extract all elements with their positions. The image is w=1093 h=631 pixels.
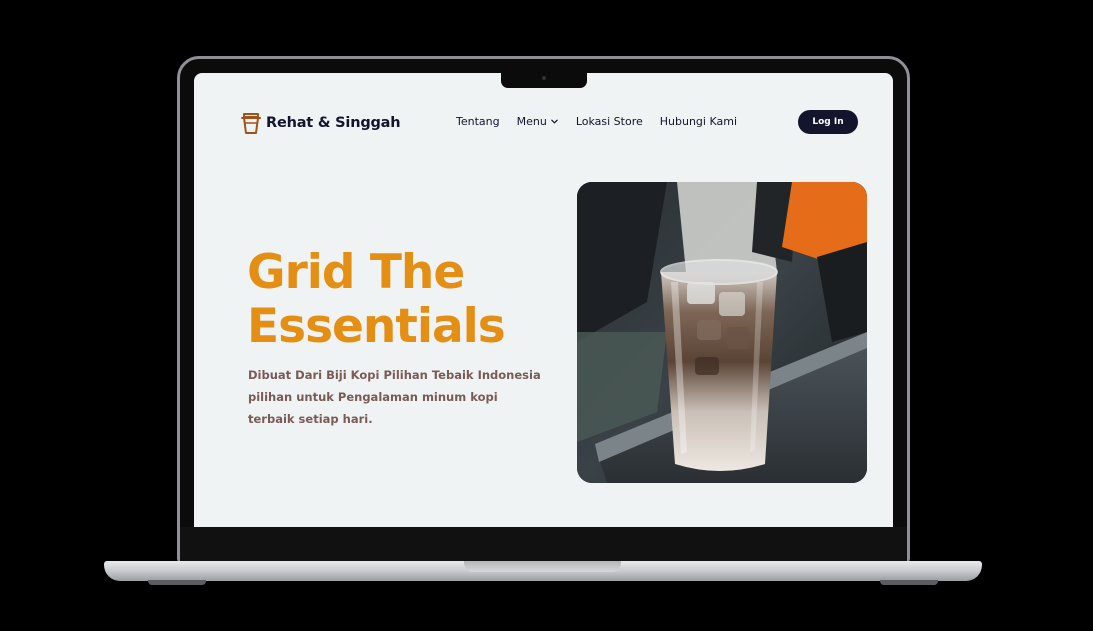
chevron-down-icon [551,119,558,124]
nav-item-tentang[interactable]: Tentang [456,115,500,128]
nav-item-label: Tentang [456,115,500,128]
hero-subtitle: Dibuat Dari Biji Kopi Pilihan Tebaik Ind… [248,368,541,426]
login-button[interactable]: Log In [798,110,858,134]
laptop-mockup: Rehat & Singgah Tentang Menu Lokasi Stor… [0,0,1093,631]
laptop-foot-right [880,580,938,585]
brand-logo[interactable]: Rehat & Singgah [240,111,401,135]
nav-item-label: Hubungi Kami [659,115,738,128]
laptop-base-groove [464,561,621,572]
website-screen: Rehat & Singgah Tentang Menu Lokasi Stor… [194,73,893,527]
iced-coffee-photo [577,182,867,483]
navbar: Rehat & Singgah Tentang Menu Lokasi Stor… [194,73,893,173]
hero-title-line-1: Grid The [247,245,465,300]
laptop-chin [180,527,907,561]
brand-name: Rehat & Singgah [266,115,401,131]
laptop-foot-left [148,580,206,585]
hero-title-line-2: Essentials [247,299,506,354]
nav-item-label: Menu [516,115,547,128]
nav-item-lokasi-store[interactable]: Lokasi Store [576,115,643,128]
camera-icon [542,76,546,80]
hero-title: Grid The Essentials [247,245,506,354]
nav-links: Tentang Menu Lokasi Store Hubungi Kami [456,115,737,128]
nav-item-menu[interactable]: Menu [517,115,559,128]
screen-notch [501,73,587,88]
nav-item-hubungi-kami[interactable]: Hubungi Kami [660,115,737,128]
coffee-cup-icon [241,113,261,134]
nav-item-label: Lokasi Store [575,115,643,128]
